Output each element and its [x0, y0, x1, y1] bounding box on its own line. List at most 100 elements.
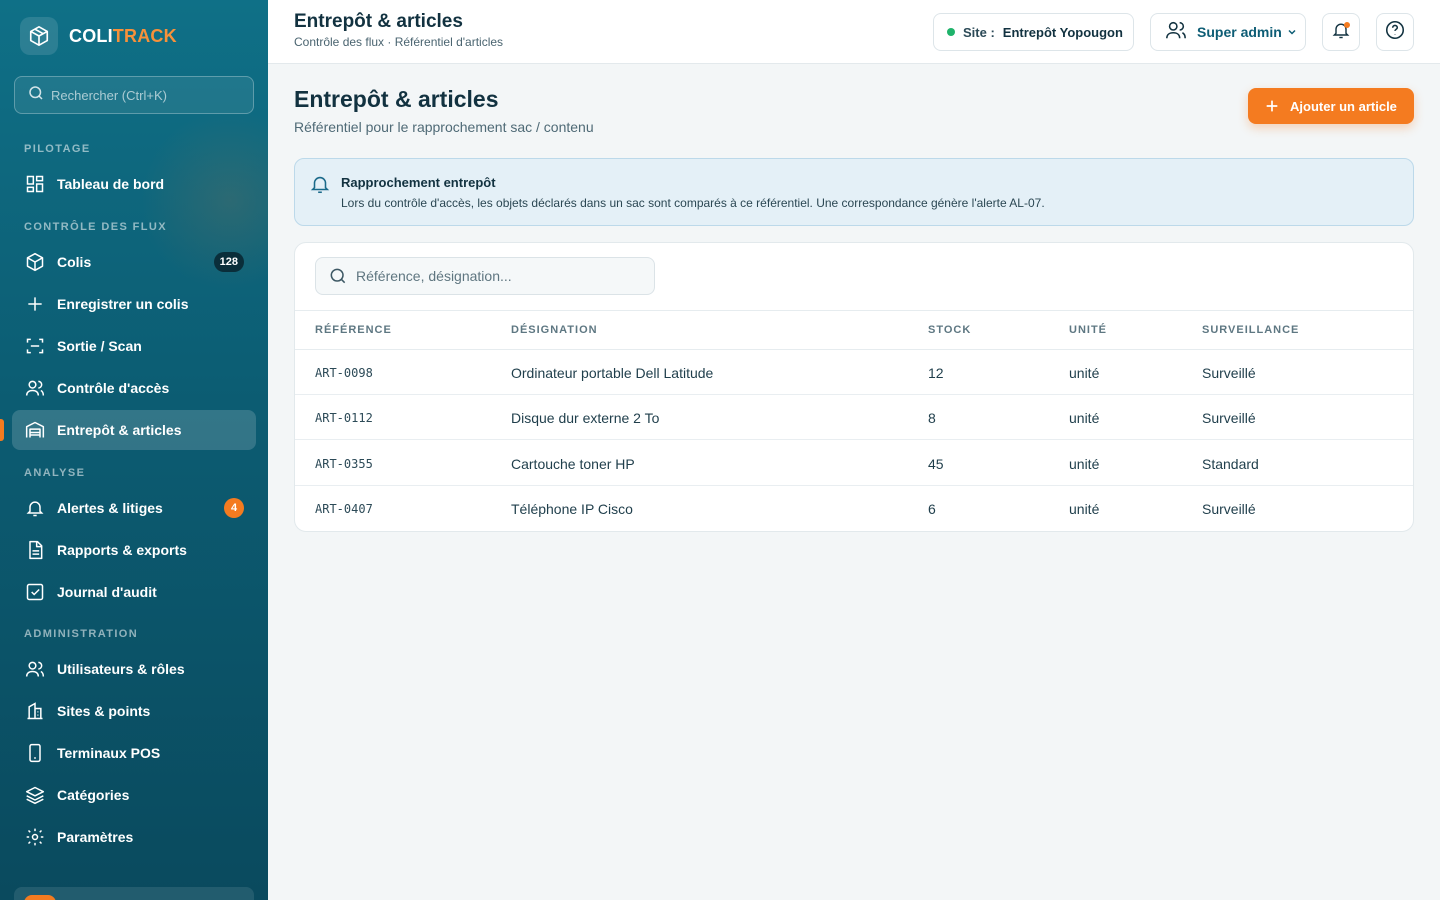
table-row[interactable]: ART-0355 Cartouche toner HP 45 unité Sta…	[295, 441, 1413, 486]
sidebar-item-label: Catégories	[57, 787, 130, 803]
sidebar-item-audit-log[interactable]: Journal d'audit	[12, 572, 256, 612]
column-header-unit[interactable]: UNITÉ	[1069, 324, 1107, 336]
sidebar: COLITRACK PILOTAGE Tableau de bord CONTR…	[0, 0, 268, 900]
table-search[interactable]	[315, 257, 655, 295]
table-row[interactable]: ART-0407 Téléphone IP Cisco 6 unité Surv…	[295, 486, 1413, 531]
package-icon	[24, 251, 46, 273]
cell-unit: unité	[1069, 501, 1100, 517]
banner-title: Rapprochement entrepôt	[341, 175, 496, 190]
table-search-input[interactable]	[356, 268, 646, 284]
users-icon	[1165, 19, 1187, 46]
table-row[interactable]: ART-0098 Ordinateur portable Dell Latitu…	[295, 350, 1413, 395]
column-header-surveillance[interactable]: SURVEILLANCE	[1202, 324, 1299, 336]
cell-reference: ART-0407	[315, 502, 373, 516]
column-header-stock[interactable]: STOCK	[928, 324, 971, 336]
table-body: ART-0098 Ordinateur portable Dell Latitu…	[295, 350, 1413, 531]
sidebar-item-label: Contrôle d'accès	[57, 380, 170, 396]
sidebar-search-input[interactable]	[51, 87, 231, 103]
section-label-pilotage: PILOTAGE	[24, 143, 91, 155]
scan-icon	[24, 335, 46, 357]
users-icon	[24, 658, 46, 680]
site-label: Site :	[963, 24, 995, 40]
cell-surveillance: Surveillé	[1202, 365, 1256, 381]
sidebar-item-sites[interactable]: Sites & points	[12, 691, 256, 731]
sidebar-item-pos-terminals[interactable]: Terminaux POS	[12, 733, 256, 773]
sidebar-item-alerts[interactable]: Alertes & litiges 4	[12, 488, 256, 528]
sidebar-item-reports[interactable]: Rapports & exports	[12, 530, 256, 570]
header-title: Entrepôt & articles	[294, 11, 463, 32]
sidebar-item-label: Paramètres	[57, 829, 134, 845]
help-button[interactable]	[1376, 13, 1414, 51]
count-badge: 128	[213, 252, 244, 272]
sidebar-item-label: Tableau de bord	[57, 176, 165, 192]
chevron-down-icon	[1286, 26, 1298, 38]
active-indicator	[0, 419, 4, 441]
sidebar-item-scan[interactable]: Sortie / Scan	[12, 326, 256, 366]
users-icon	[24, 377, 46, 399]
search-icon	[328, 266, 348, 286]
help-icon	[1384, 19, 1406, 46]
search-icon	[27, 84, 45, 107]
column-header-reference[interactable]: RÉFÉRENCE	[315, 324, 392, 336]
user-name: Super admin	[1197, 24, 1282, 40]
checklist-icon	[24, 581, 46, 603]
cell-designation: Cartouche toner HP	[511, 456, 635, 472]
cell-reference: ART-0098	[315, 366, 373, 380]
bell-icon	[24, 497, 46, 519]
cell-stock: 12	[928, 365, 944, 381]
sidebar-item-dashboard[interactable]: Tableau de bord	[12, 164, 256, 204]
sidebar-item-register-package[interactable]: Enregistrer un colis	[12, 284, 256, 324]
sidebar-search[interactable]	[14, 76, 254, 114]
sidebar-item-settings[interactable]: Paramètres	[12, 817, 256, 857]
user-menu[interactable]: Super admin	[1150, 13, 1306, 51]
plus-icon	[24, 293, 46, 315]
cell-designation: Ordinateur portable Dell Latitude	[511, 365, 714, 381]
brand-name: COLITRACK	[69, 25, 177, 46]
section-label-analyse: ANALYSE	[24, 467, 86, 479]
notifications-button[interactable]	[1322, 13, 1360, 51]
cell-surveillance: Standard	[1202, 456, 1259, 472]
topbar: Entrepôt & articles Contrôle des flux · …	[268, 0, 1440, 64]
warehouse-icon	[24, 419, 46, 441]
sidebar-item-label: Alertes & litiges	[57, 500, 163, 516]
plus-icon	[1264, 98, 1280, 114]
layers-icon	[24, 784, 46, 806]
sidebar-item-label: Rapports & exports	[57, 542, 187, 558]
add-article-button[interactable]: Ajouter un article	[1248, 88, 1414, 124]
cell-surveillance: Surveillé	[1202, 410, 1256, 426]
table-row[interactable]: ART-0112 Disque dur externe 2 To 8 unité…	[295, 395, 1413, 440]
sidebar-item-colis[interactable]: Colis 128	[12, 242, 256, 282]
sidebar-item-label: Entrepôt & articles	[57, 422, 182, 438]
sidebar-item-label: Sortie / Scan	[57, 338, 142, 354]
sidebar-item-label: Terminaux POS	[57, 745, 161, 761]
sidebar-item-label: Journal d'audit	[57, 584, 157, 600]
brand[interactable]: COLITRACK	[20, 16, 177, 56]
sidebar-item-categories[interactable]: Catégories	[12, 775, 256, 815]
sidebar-item-label: Sites & points	[57, 703, 151, 719]
breadcrumb: Contrôle des flux · Référentiel d'articl…	[294, 35, 504, 49]
user-card[interactable]	[14, 887, 254, 900]
cell-designation: Disque dur externe 2 To	[511, 410, 660, 426]
bell-icon	[309, 173, 331, 200]
cell-unit: unité	[1069, 410, 1100, 426]
sidebar-item-users-roles[interactable]: Utilisateurs & rôles	[12, 649, 256, 689]
articles-card: RÉFÉRENCE DÉSIGNATION STOCK UNITÉ SURVEI…	[294, 242, 1414, 532]
page-title: Entrepôt & articles	[294, 86, 499, 112]
add-article-label: Ajouter un article	[1290, 98, 1397, 114]
sidebar-item-access-control[interactable]: Contrôle d'accès	[12, 368, 256, 408]
cell-stock: 6	[928, 501, 936, 517]
cell-stock: 45	[928, 456, 944, 472]
gear-icon	[24, 826, 46, 848]
sidebar-item-label: Colis	[57, 254, 92, 270]
dashboard-icon	[24, 173, 46, 195]
sidebar-item-label: Utilisateurs & rôles	[57, 661, 185, 677]
cell-stock: 8	[928, 410, 936, 426]
site-selector[interactable]: Site : Entrepôt Yopougon	[933, 13, 1134, 51]
page-subtitle: Référentiel pour le rapprochement sac / …	[294, 119, 594, 135]
column-header-designation[interactable]: DÉSIGNATION	[511, 324, 598, 336]
sidebar-item-warehouse[interactable]: Entrepôt & articles	[12, 410, 256, 450]
device-icon	[24, 742, 46, 764]
document-icon	[24, 539, 46, 561]
cell-reference: ART-0355	[315, 457, 373, 471]
status-dot	[947, 28, 955, 36]
